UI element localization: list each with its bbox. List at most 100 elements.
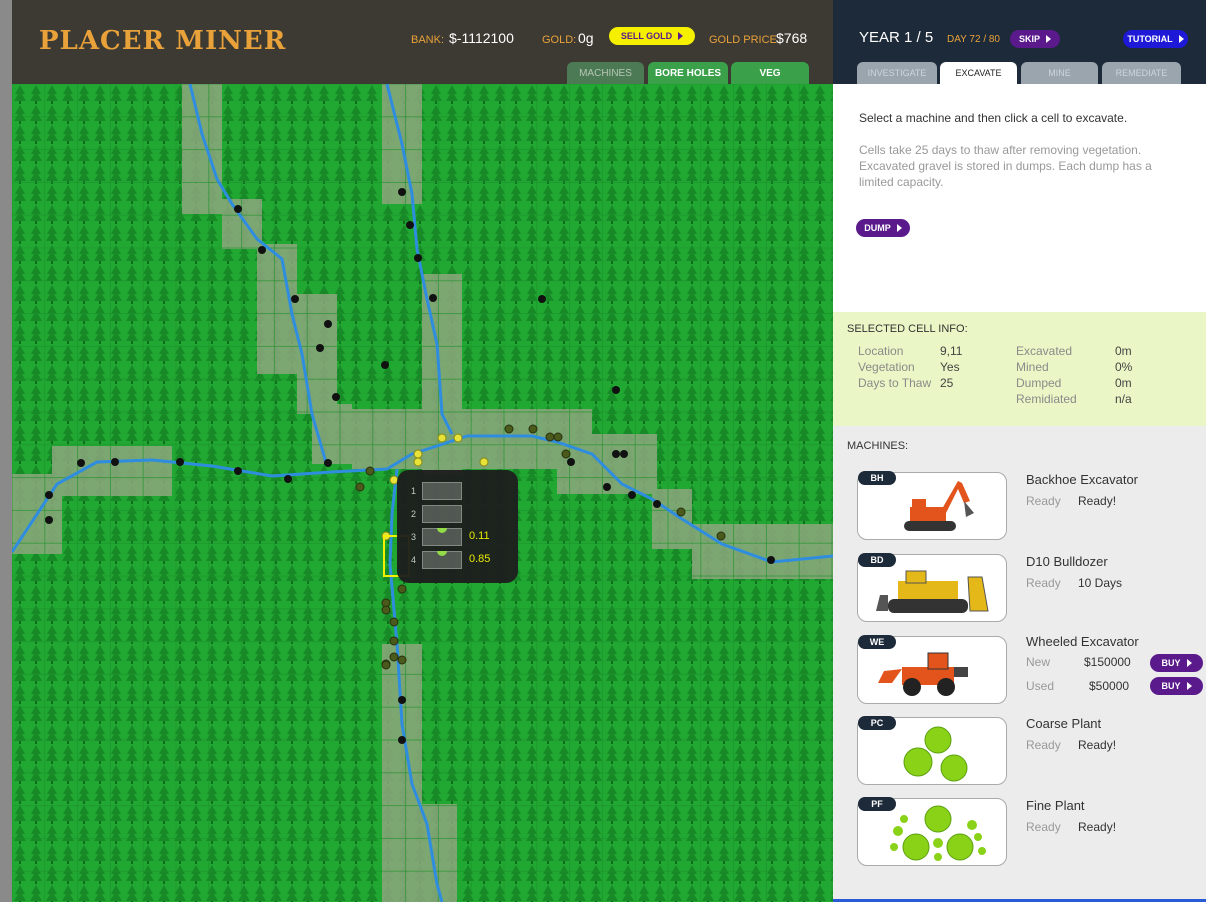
info-value: 25 bbox=[940, 376, 954, 390]
info-key: Dumped bbox=[1016, 376, 1062, 390]
machine-status-label: Ready bbox=[1026, 820, 1061, 834]
tab-investigate[interactable]: INVESTIGATE bbox=[857, 62, 937, 84]
tab-label: MACHINES bbox=[579, 67, 632, 79]
info-key: Vegetation bbox=[858, 360, 915, 374]
machine-card-wheeled-excavator[interactable]: WE bbox=[857, 635, 1007, 704]
slot-number: 4 bbox=[411, 555, 417, 565]
play-icon bbox=[1186, 682, 1192, 690]
side-panel: YEAR 1 / 5 DAY 72 / 80 SKIP TUTORIAL INV… bbox=[833, 0, 1206, 902]
year-counter: YEAR 1 / 5 bbox=[859, 29, 934, 46]
tab-mine[interactable]: MINE bbox=[1021, 62, 1098, 84]
buy-used-button[interactable]: BUY bbox=[1150, 677, 1203, 695]
side-header: YEAR 1 / 5 DAY 72 / 80 SKIP TUTORIAL INV… bbox=[833, 0, 1206, 84]
gold-value: 0g bbox=[578, 30, 594, 46]
play-icon bbox=[1178, 35, 1184, 43]
dump-label: DUMP bbox=[864, 223, 891, 233]
cell-info-title: SELECTED CELL INFO: bbox=[847, 323, 968, 335]
used-label: Used bbox=[1026, 679, 1055, 693]
slot-number: 1 bbox=[411, 486, 417, 496]
machine-status-label: Ready bbox=[1026, 738, 1061, 752]
machine-name: Coarse Plant bbox=[1026, 716, 1102, 731]
info-key: Location bbox=[858, 344, 904, 358]
tab-label: INVESTIGATE bbox=[867, 68, 927, 78]
bore-hole-popup: 1 2 3 0.11 4 0.85 bbox=[397, 470, 518, 583]
machine-code: BH bbox=[858, 471, 896, 485]
play-icon bbox=[678, 32, 684, 40]
machines-title: MACHINES: bbox=[847, 440, 909, 452]
selected-cell-info: SELECTED CELL INFO: Location 9,11 Vegeta… bbox=[833, 312, 1206, 426]
machine-code: BD bbox=[858, 553, 896, 567]
tab-bore-holes[interactable]: BORE HOLES bbox=[648, 62, 728, 84]
play-icon bbox=[1046, 35, 1051, 43]
machine-card-backhoe[interactable]: BH bbox=[857, 471, 1007, 540]
machine-card-coarse-plant[interactable]: PC bbox=[857, 716, 1007, 785]
sample-slot bbox=[422, 482, 462, 500]
info-value: n/a bbox=[1115, 392, 1132, 406]
machine-status-value: 10 Days bbox=[1078, 576, 1123, 590]
machine-status-label: Ready bbox=[1026, 576, 1061, 590]
buy-label: BUY bbox=[1161, 681, 1181, 691]
tab-machines[interactable]: MACHINES bbox=[567, 62, 644, 84]
sell-gold-label: SELL GOLD bbox=[620, 31, 673, 41]
tab-label: REMEDIATE bbox=[1115, 68, 1168, 78]
dump-button[interactable]: DUMP bbox=[856, 219, 910, 237]
tab-label: BORE HOLES bbox=[654, 67, 722, 79]
slot-value: 0.85 bbox=[469, 553, 491, 565]
info-value: 0m bbox=[1115, 376, 1132, 390]
play-icon bbox=[896, 224, 902, 232]
machine-name: Backhoe Excavator bbox=[1026, 472, 1139, 487]
buy-label: BUY bbox=[1161, 658, 1181, 668]
machine-status-value: Ready! bbox=[1078, 738, 1117, 752]
machine-card-bulldozer[interactable]: BD bbox=[857, 553, 1007, 622]
tab-remediate[interactable]: REMEDIATE bbox=[1102, 62, 1181, 84]
skip-label: SKIP bbox=[1018, 34, 1040, 44]
instruction-text: Select a machine and then click a cell t… bbox=[859, 111, 1128, 125]
tab-label: VEG bbox=[759, 67, 781, 79]
info-key: Mined bbox=[1016, 360, 1049, 374]
sample-slot bbox=[422, 505, 462, 523]
new-label: New bbox=[1026, 655, 1051, 669]
sample-slot bbox=[422, 528, 462, 546]
left-edge bbox=[0, 0, 12, 902]
gold-sample-icon bbox=[437, 528, 447, 533]
machine-name: Fine Plant bbox=[1026, 798, 1085, 813]
gold-sample-icon bbox=[437, 551, 447, 556]
play-icon bbox=[1186, 659, 1192, 667]
used-price: $50000 bbox=[1089, 679, 1130, 693]
tab-label: EXCAVATE bbox=[955, 68, 1002, 78]
slot-value: 0.11 bbox=[469, 530, 490, 542]
bank-value: $-1112100 bbox=[449, 30, 514, 46]
buy-new-button[interactable]: BUY bbox=[1150, 654, 1203, 672]
machine-status-value: Ready! bbox=[1078, 494, 1117, 508]
machine-status-value: Ready! bbox=[1078, 820, 1117, 834]
machine-code: WE bbox=[858, 635, 896, 649]
slot-number: 2 bbox=[411, 509, 417, 519]
info-value: 0m bbox=[1115, 344, 1132, 358]
info-value: Yes bbox=[940, 360, 960, 374]
new-price: $150000 bbox=[1084, 655, 1131, 669]
bank-label: BANK: bbox=[411, 34, 445, 46]
game-screen: PLACER MINER BANK: $-1112100 GOLD: 0g SE… bbox=[0, 0, 1206, 902]
tutorial-label: TUTORIAL bbox=[1127, 34, 1173, 44]
tab-excavate[interactable]: EXCAVATE bbox=[940, 62, 1017, 84]
instruction-note: Cells take 25 days to thaw after removin… bbox=[859, 143, 1152, 189]
sample-slot bbox=[422, 551, 462, 569]
gold-label: GOLD: bbox=[542, 34, 577, 46]
machine-name: D10 Bulldozer bbox=[1026, 554, 1108, 569]
tab-veg[interactable]: VEG bbox=[731, 62, 809, 84]
machine-card-fine-plant[interactable]: PF bbox=[857, 797, 1007, 866]
tab-label: MINE bbox=[1048, 68, 1071, 78]
machine-code: PF bbox=[858, 797, 896, 811]
machine-code: PC bbox=[858, 716, 896, 730]
tutorial-button[interactable]: TUTORIAL bbox=[1123, 30, 1188, 48]
slot-number: 3 bbox=[411, 532, 417, 542]
info-key: Days to Thaw bbox=[858, 376, 932, 390]
info-key: Excavated bbox=[1016, 344, 1073, 358]
info-key: Remidiated bbox=[1016, 392, 1077, 406]
gold-price-label: GOLD PRICE: bbox=[709, 34, 780, 46]
sell-gold-button[interactable]: SELL GOLD bbox=[609, 27, 695, 45]
info-value: 9,11 bbox=[940, 344, 963, 358]
skip-button[interactable]: SKIP bbox=[1010, 30, 1060, 48]
machine-name: Wheeled Excavator bbox=[1026, 634, 1139, 649]
game-title: PLACER MINER bbox=[39, 26, 287, 56]
